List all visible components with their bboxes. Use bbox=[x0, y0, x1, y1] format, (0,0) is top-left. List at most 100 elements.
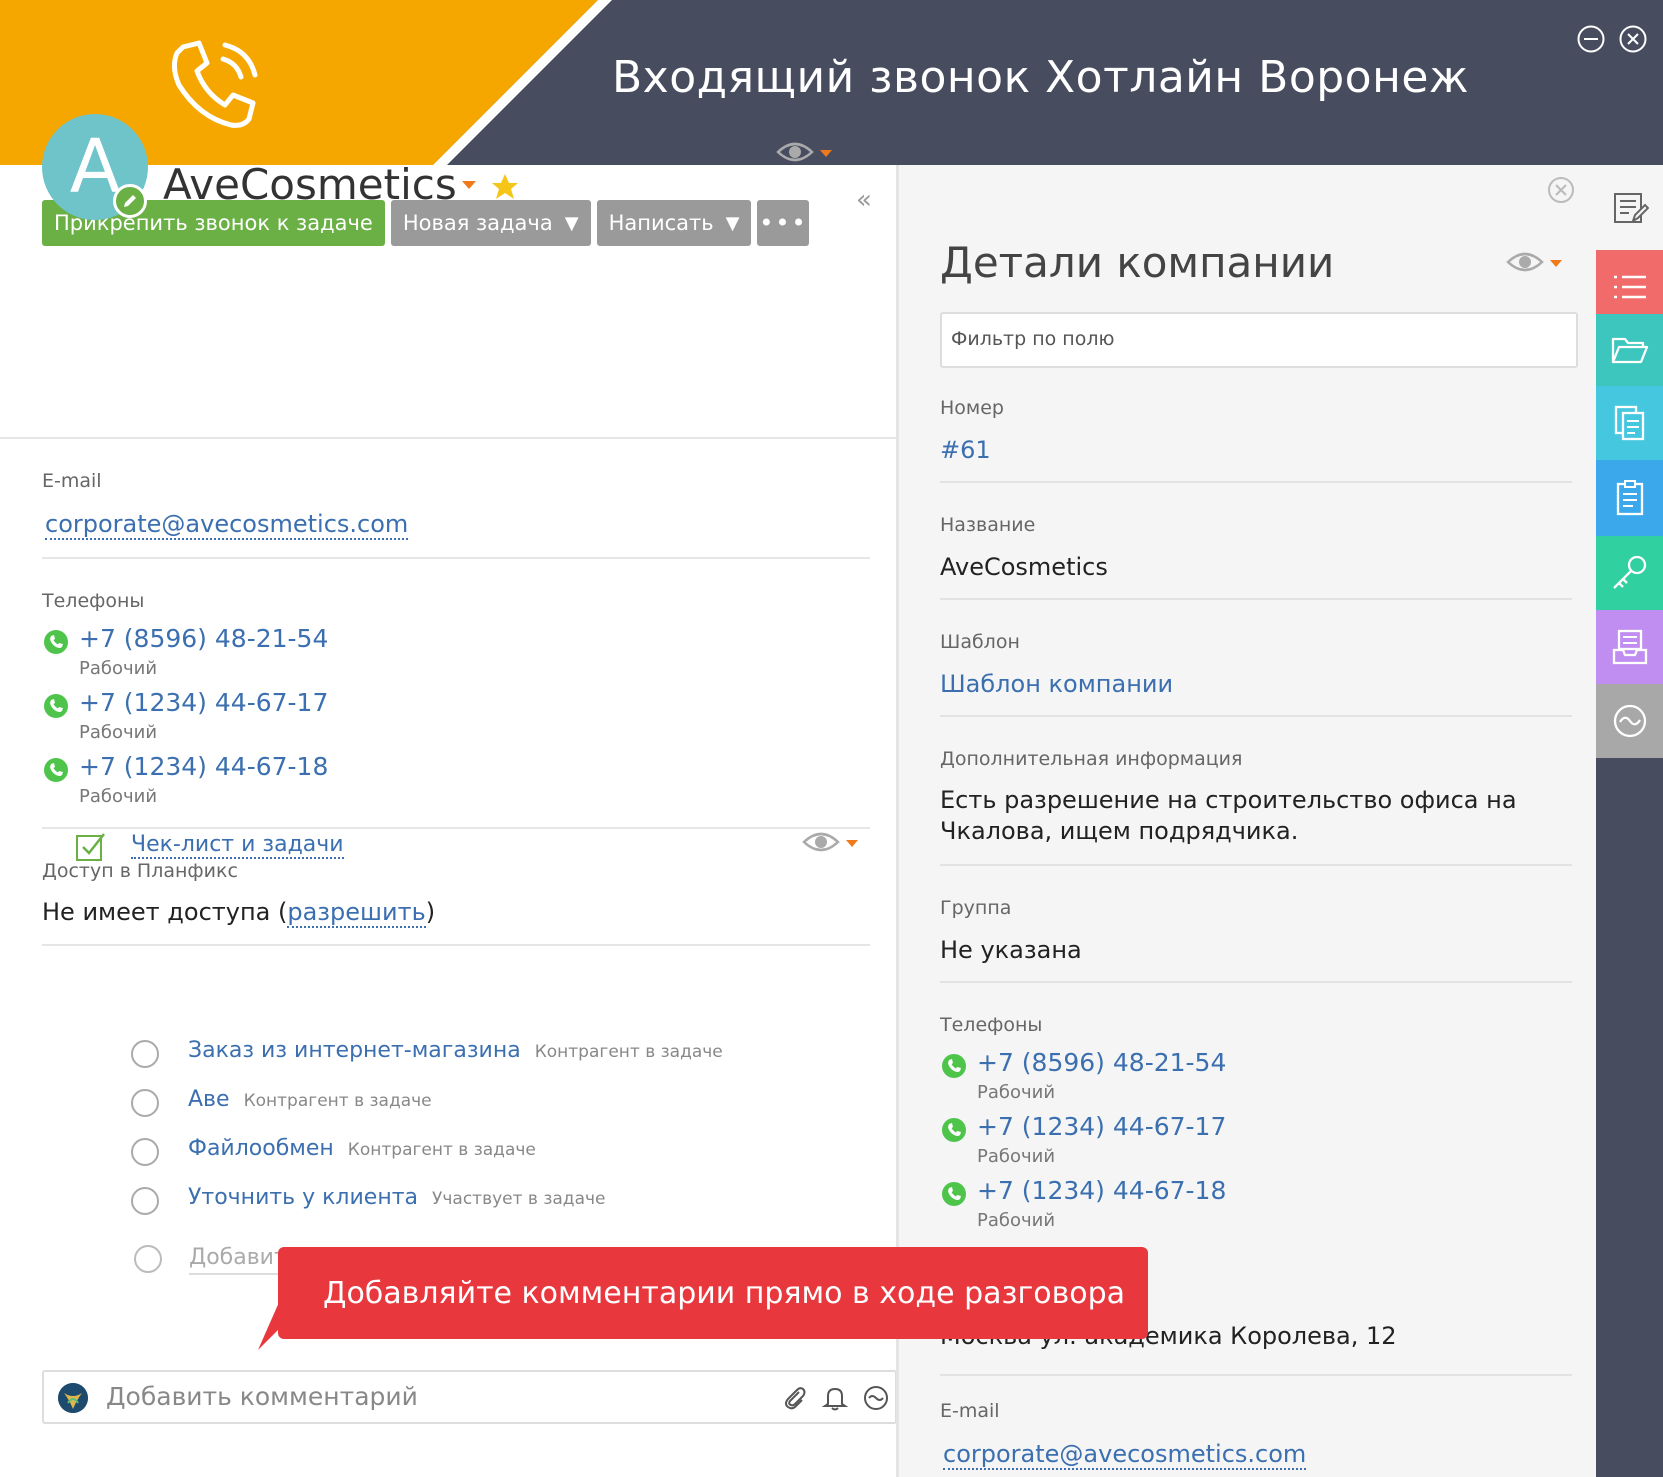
wave-icon bbox=[1613, 704, 1646, 738]
access-status: Не имеет доступа (разрешить) bbox=[42, 898, 436, 928]
group-value: Не указана bbox=[940, 936, 1082, 964]
phone-ringing-icon bbox=[171, 40, 258, 128]
favorite-star-icon[interactable] bbox=[490, 172, 520, 202]
phone-number-link[interactable]: +7 (8596) 48-21-54 bbox=[977, 1048, 1226, 1077]
sidebar-item-folder[interactable] bbox=[1596, 314, 1663, 386]
visibility-eye-icon[interactable] bbox=[1506, 246, 1566, 280]
phone-type: Рабочий bbox=[79, 658, 158, 679]
divider bbox=[940, 481, 1572, 483]
task-checkbox[interactable] bbox=[131, 1040, 159, 1068]
access-label: Доступ в Планфикс bbox=[42, 860, 238, 882]
task-name-link[interactable]: Файлообмен bbox=[188, 1136, 334, 1161]
attach-file-icon[interactable] bbox=[781, 1384, 809, 1412]
whatsapp-call-icon[interactable] bbox=[42, 628, 70, 656]
write-button[interactable]: Написать ▼ bbox=[596, 200, 752, 246]
phone-type: Рабочий bbox=[977, 1146, 1056, 1167]
sidebar-item-clipboard[interactable] bbox=[1596, 460, 1663, 536]
minimize-icon[interactable] bbox=[1576, 24, 1606, 54]
whatsapp-call-icon[interactable] bbox=[940, 1180, 968, 1208]
task-role: Участвует в задаче bbox=[432, 1189, 606, 1209]
company-name-value: AveCosmetics bbox=[940, 553, 1108, 581]
extra-info-label: Дополнительная информация bbox=[940, 748, 1243, 770]
dropdown-caret-icon: ▼ bbox=[725, 212, 740, 234]
number-label: Номер bbox=[940, 397, 1004, 419]
task-name-link[interactable]: Аве bbox=[188, 1087, 230, 1112]
whatsapp-call-icon[interactable] bbox=[940, 1116, 968, 1144]
sidebar-item-edit[interactable] bbox=[1596, 165, 1663, 250]
inbox-icon bbox=[1612, 629, 1647, 665]
task-role: Контрагент в задаче bbox=[243, 1091, 432, 1111]
comment-placeholder: Добавить комментарий bbox=[106, 1382, 418, 1411]
whatsapp-call-icon[interactable] bbox=[940, 1052, 968, 1080]
sidebar-item-documents[interactable] bbox=[1596, 386, 1663, 460]
field-filter-input[interactable]: Фильтр по полю bbox=[940, 312, 1578, 368]
template-label: Шаблон bbox=[940, 631, 1020, 653]
allow-access-link[interactable]: разрешить bbox=[287, 898, 426, 928]
more-actions-button[interactable]: ••• bbox=[757, 200, 810, 246]
task-checkbox[interactable] bbox=[131, 1138, 159, 1166]
name-dropdown-icon[interactable] bbox=[461, 180, 477, 190]
task-role: Контрагент в задаче bbox=[347, 1140, 536, 1160]
documents-icon bbox=[1614, 405, 1644, 441]
task-checkbox[interactable] bbox=[131, 1089, 159, 1117]
company-number-link[interactable]: #61 bbox=[940, 436, 991, 464]
phones-label: Телефоны bbox=[42, 590, 145, 612]
phone-number-link[interactable]: +7 (1234) 44-67-17 bbox=[79, 688, 328, 717]
visibility-eye-icon[interactable] bbox=[802, 826, 862, 860]
phone-type: Рабочий bbox=[79, 722, 158, 743]
notification-bell-icon[interactable] bbox=[821, 1384, 849, 1412]
divider bbox=[42, 944, 870, 946]
company-name-label: Название bbox=[940, 514, 1036, 536]
hint-text: Добавляйте комментарии прямо в ходе разг… bbox=[323, 1275, 1126, 1311]
hint-tooltip: Добавляйте комментарии прямо в ходе разг… bbox=[278, 1247, 1148, 1339]
template-link[interactable]: Шаблон компании bbox=[940, 670, 1173, 698]
folder-icon bbox=[1611, 337, 1648, 364]
divider bbox=[940, 981, 1572, 983]
whatsapp-call-icon[interactable] bbox=[42, 692, 70, 720]
divider bbox=[940, 598, 1572, 600]
sidebar-item-activity[interactable] bbox=[1596, 684, 1663, 758]
divider bbox=[42, 827, 870, 829]
task-name-link[interactable]: Заказ из интернет-магазина bbox=[188, 1038, 521, 1063]
list-icon bbox=[1613, 275, 1646, 299]
phone-number-link[interactable]: +7 (8596) 48-21-54 bbox=[79, 624, 328, 653]
task-name-link[interactable]: Уточнить у клиента bbox=[188, 1185, 418, 1210]
collapse-panel-icon[interactable]: « bbox=[856, 185, 872, 215]
close-icon[interactable] bbox=[1618, 24, 1648, 54]
phone-type: Рабочий bbox=[977, 1210, 1056, 1231]
divider bbox=[940, 1374, 1572, 1376]
user-avatar bbox=[58, 1383, 88, 1413]
call-line-title: Хотлайн Воронеж bbox=[1045, 52, 1470, 103]
phone-number-link[interactable]: +7 (1234) 44-67-17 bbox=[977, 1112, 1226, 1141]
access-close-paren: ) bbox=[425, 898, 436, 926]
key-icon bbox=[1612, 555, 1646, 589]
extra-info-line: Есть разрешение на строительство офиса н… bbox=[940, 786, 1517, 814]
phones-label: Телефоны bbox=[940, 1014, 1043, 1036]
company-email-link[interactable]: corporate@avecosmetics.com bbox=[943, 1440, 1307, 1470]
phone-type: Рабочий bbox=[977, 1082, 1056, 1103]
divider bbox=[940, 715, 1572, 717]
emoji-icon[interactable] bbox=[862, 1384, 890, 1412]
whatsapp-call-icon[interactable] bbox=[42, 756, 70, 784]
edit-avatar-icon[interactable] bbox=[113, 184, 147, 218]
task-role: Контрагент в задаче bbox=[534, 1042, 723, 1062]
sidebar-item-key[interactable] bbox=[1596, 536, 1663, 610]
extra-info-line: Чкалова, ищем подрядчика. bbox=[940, 817, 1299, 845]
sidebar-item-inbox[interactable] bbox=[1596, 610, 1663, 684]
task-checkbox[interactable] bbox=[131, 1187, 159, 1215]
sidebar-item-list[interactable] bbox=[1596, 250, 1663, 324]
close-details-icon[interactable] bbox=[1547, 176, 1575, 204]
phone-number-link[interactable]: +7 (1234) 44-67-18 bbox=[977, 1176, 1226, 1205]
email-label: E-mail bbox=[42, 470, 102, 492]
phone-number-link[interactable]: +7 (1234) 44-67-18 bbox=[79, 752, 328, 781]
contact-name: AveCosmetics bbox=[163, 160, 457, 209]
phone-type: Рабочий bbox=[79, 786, 158, 807]
edit-note-icon bbox=[1613, 192, 1649, 223]
comment-input[interactable]: Добавить комментарий bbox=[42, 1370, 897, 1424]
visibility-eye-icon[interactable] bbox=[776, 136, 836, 170]
new-task-label: Новая задача bbox=[402, 211, 553, 235]
task-checkbox bbox=[134, 1245, 162, 1273]
contact-email-link[interactable]: corporate@avecosmetics.com bbox=[45, 510, 409, 540]
group-label: Группа bbox=[940, 897, 1012, 919]
checklist-title-link[interactable]: Чек-лист и задачи bbox=[131, 832, 344, 859]
